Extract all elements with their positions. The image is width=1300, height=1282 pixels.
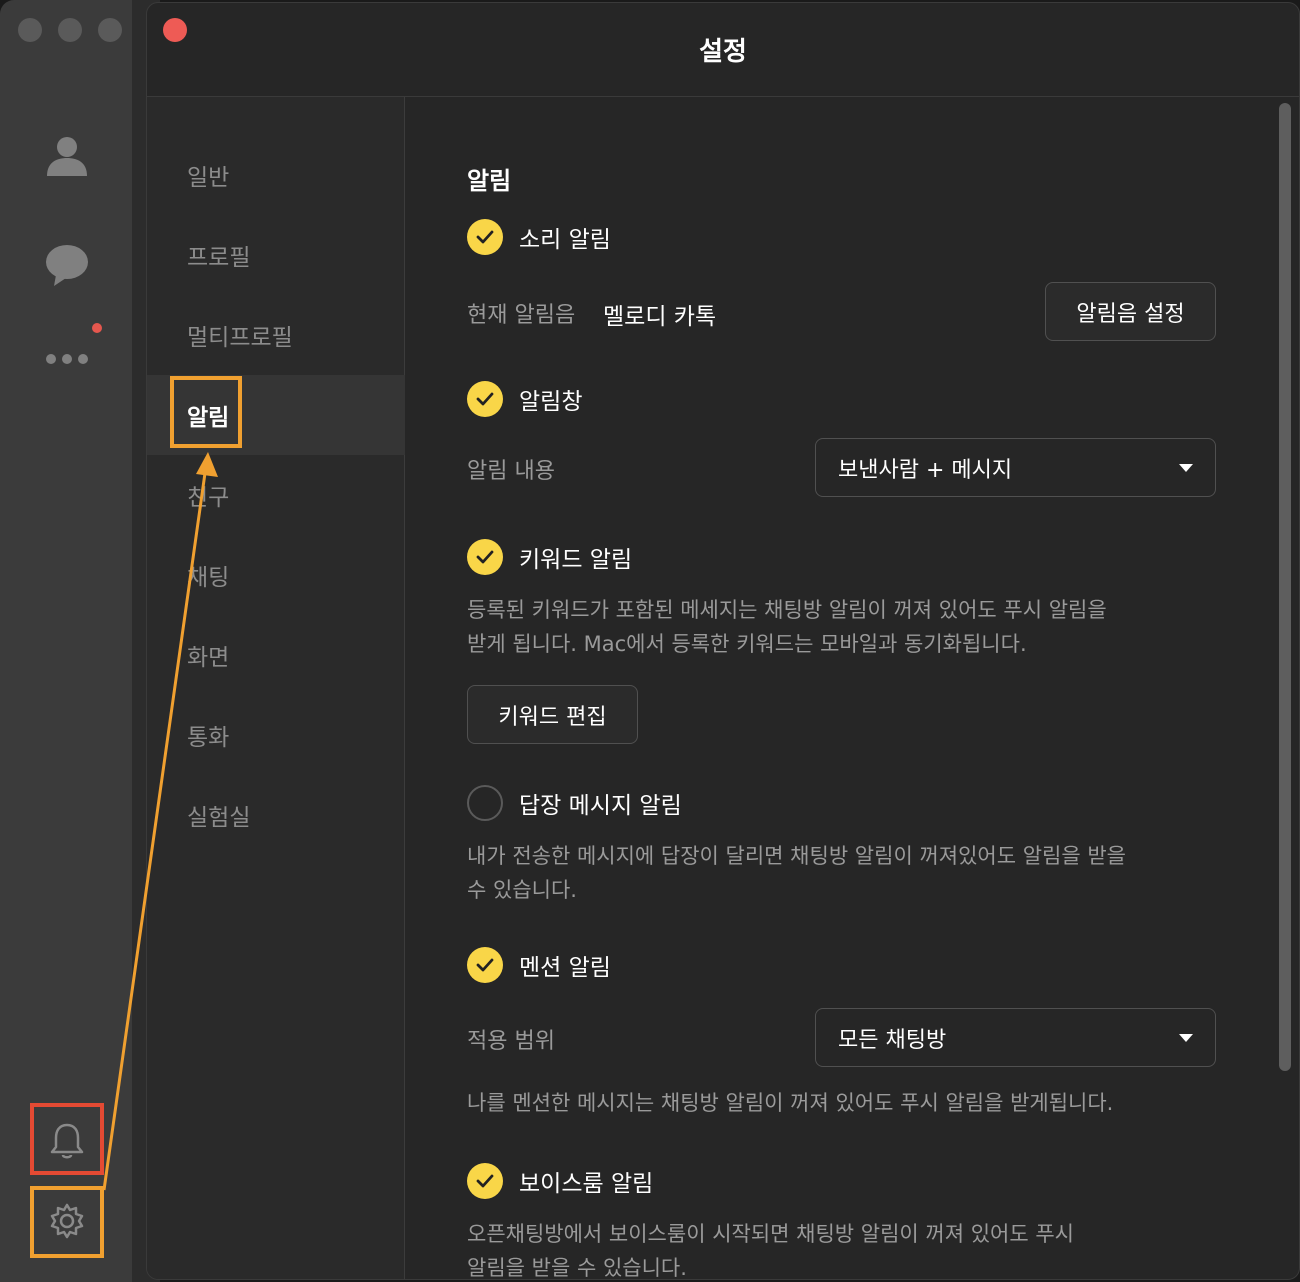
checked-icon[interactable] <box>467 219 503 255</box>
checked-icon[interactable] <box>467 539 503 575</box>
sound-alert-label: 소리 알림 <box>519 227 611 253</box>
voiceroom-description: 오픈채팅방에서 보이스룸이 시작되면 채팅방 알림이 꺼져 있어도 푸시 알림을… <box>467 1217 1257 1280</box>
voiceroom-desc-line-1: 오픈채팅방에서 보이스룸이 시작되면 채팅방 알림이 꺼져 있어도 푸시 <box>467 1222 1075 1246</box>
keyword-desc-line-2: 받게 됩니다. Mac에서 등록한 키워드는 모바일과 동기화됩니다. <box>467 632 1027 656</box>
bell-highlight-box <box>30 1103 104 1175</box>
popup-alert-option[interactable]: 알림창 <box>467 381 582 417</box>
popup-content-value: 보낸사람 + 메시지 <box>838 457 1013 483</box>
sound-settings-button[interactable]: 알림음 설정 <box>1045 282 1216 341</box>
nav-item-chat[interactable]: 채팅 <box>147 535 405 615</box>
reply-desc-line-2: 수 있습니다. <box>467 878 577 902</box>
reply-desc-line-1: 내가 전송한 메시지에 답장이 달리면 채팅방 알림이 꺼져있어도 알림을 받을 <box>467 844 1126 868</box>
mention-scope-label: 적용 범위 <box>467 1029 555 1054</box>
nav-item-labs[interactable]: 실험실 <box>147 775 405 855</box>
reply-description: 내가 전송한 메시지에 답장이 달리면 채팅방 알림이 꺼져있어도 알림을 받을… <box>467 839 1257 907</box>
mention-scope-value: 모든 채팅방 <box>838 1027 947 1053</box>
current-sound-value: 멜로디 카톡 <box>603 304 717 330</box>
keyword-alert-option[interactable]: 키워드 알림 <box>467 539 632 575</box>
more-icon[interactable] <box>42 334 92 384</box>
nav-item-friends[interactable]: 친구 <box>147 455 405 535</box>
popup-alert-label: 알림창 <box>519 389 583 415</box>
traffic-light-close[interactable] <box>18 18 42 42</box>
mention-alert-option[interactable]: 멘션 알림 <box>467 947 611 983</box>
window-title: 설정 <box>147 3 1299 97</box>
keyword-alert-label: 키워드 알림 <box>519 547 633 573</box>
new-badge-dot <box>92 323 102 333</box>
mention-alert-label: 멘션 알림 <box>519 955 611 981</box>
reply-alert-label: 답장 메시지 알림 <box>519 793 682 819</box>
nav-item-display[interactable]: 화면 <box>147 615 405 695</box>
current-sound-label: 현재 알림음 <box>467 303 576 328</box>
settings-content: 알림 소리 알림 현재 알림음 멜로디 카톡 알림음 설정 알림창 알림 내용 … <box>406 97 1278 1280</box>
voiceroom-alert-option[interactable]: 보이스룸 알림 <box>467 1163 653 1199</box>
dropdown-caret-icon <box>1179 1033 1193 1042</box>
notifications-nav-highlight-box <box>170 376 242 448</box>
keyword-description: 등록된 키워드가 포함된 메세지는 채팅방 알림이 꺼져 있어도 푸시 알림을 … <box>467 593 1247 661</box>
popup-content-select[interactable]: 보낸사람 + 메시지 <box>815 438 1216 497</box>
nav-item-multiprofile[interactable]: 멀티프로필 <box>147 295 405 375</box>
main-app-sidebar <box>0 0 160 1282</box>
nav-item-call[interactable]: 통화 <box>147 695 405 775</box>
keyword-edit-button[interactable]: 키워드 편집 <box>467 685 638 744</box>
dropdown-caret-icon <box>1179 463 1193 472</box>
traffic-light-zoom[interactable] <box>98 18 122 42</box>
checked-icon[interactable] <box>467 381 503 417</box>
unchecked-icon[interactable] <box>467 785 503 821</box>
chat-icon[interactable] <box>42 240 92 290</box>
checked-icon[interactable] <box>467 1163 503 1199</box>
settings-window: 설정 일반 프로필 멀티프로필 알림 친구 채팅 화면 통화 실험실 알림 소리… <box>146 2 1300 1280</box>
settings-nav: 일반 프로필 멀티프로필 알림 친구 채팅 화면 통화 실험실 <box>147 97 405 1279</box>
voiceroom-alert-label: 보이스룸 알림 <box>519 1171 654 1197</box>
reply-alert-option[interactable]: 답장 메시지 알림 <box>467 785 682 821</box>
mention-description: 나를 멘션한 메시지는 채팅방 알림이 꺼져 있어도 푸시 알림을 받게됩니다. <box>467 1091 1114 1115</box>
checked-icon[interactable] <box>467 947 503 983</box>
sound-alert-option[interactable]: 소리 알림 <box>467 219 611 255</box>
content-scrollbar[interactable] <box>1279 103 1291 1071</box>
gear-highlight-box <box>30 1186 104 1258</box>
friends-icon[interactable] <box>42 130 92 180</box>
keyword-desc-line-1: 등록된 키워드가 포함된 메세지는 채팅방 알림이 꺼져 있어도 푸시 알림을 <box>467 598 1107 622</box>
popup-content-label: 알림 내용 <box>467 459 555 484</box>
nav-item-profile[interactable]: 프로필 <box>147 215 405 295</box>
nav-item-general[interactable]: 일반 <box>147 135 405 215</box>
traffic-light-minimize[interactable] <box>58 18 82 42</box>
section-title: 알림 <box>467 167 512 195</box>
voiceroom-desc-line-2: 알림을 받을 수 있습니다. <box>467 1256 687 1280</box>
mention-scope-select[interactable]: 모든 채팅방 <box>815 1008 1216 1067</box>
